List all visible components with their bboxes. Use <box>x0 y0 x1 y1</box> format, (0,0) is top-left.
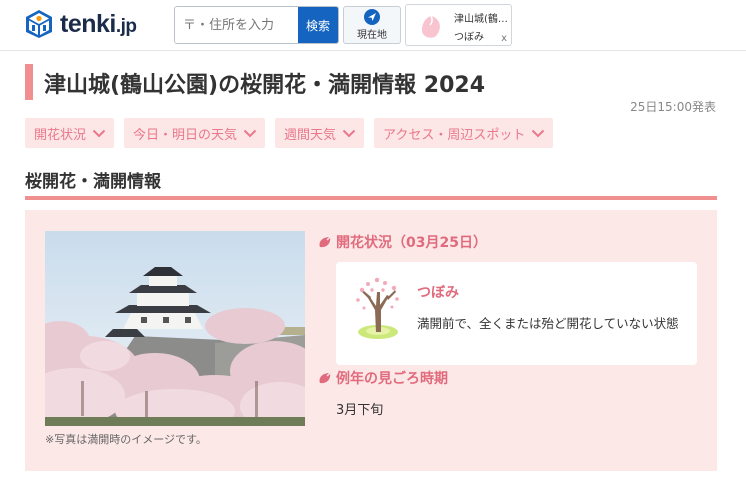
site-logo[interactable]: tenki.jp <box>24 9 137 39</box>
recent-spot-name: 津山城(鶴… <box>454 14 508 25</box>
tab-bloom-status[interactable]: 開花状況 <box>25 118 115 148</box>
tab-label: アクセス・周辺スポット <box>383 127 526 143</box>
site-header: tenki.jp 検索 現在地 津山城(鶴… つぼみ x <box>0 0 746 50</box>
section-title: 桜開花・満開情報 <box>25 172 161 192</box>
chevron-down-icon <box>342 129 356 137</box>
logo-suffix-text: .jp <box>115 15 137 37</box>
chevron-down-icon <box>92 129 106 137</box>
search-box: 検索 <box>174 6 339 44</box>
chevron-down-icon <box>243 129 257 137</box>
search-input[interactable] <box>175 7 298 43</box>
bloom-status-label: つぼみ <box>417 285 459 301</box>
tab-label: 週間天気 <box>284 127 337 143</box>
chevron-down-icon <box>532 129 545 137</box>
bloom-status-description: 満開前で、全くまたは殆ど開花していない状態 <box>417 316 679 331</box>
bloom-status-card: つぼみ 満開前で、全くまたは殆ど開花していない状態 <box>336 262 697 365</box>
tab-label: 今日・明日の天気 <box>133 127 238 143</box>
section-divider <box>25 196 717 200</box>
location-arrow-icon <box>364 9 380 25</box>
sakura-petal-icon <box>319 236 331 247</box>
sakura-petal-icon <box>421 15 440 38</box>
bloom-info-panel: ※写真は満開時のイメージです。 開花状況（03月25日） つぼみ 満開前で、全く… <box>25 210 717 471</box>
bloom-status-heading: 開花状況（03月25日） <box>318 232 487 252</box>
tenki-logo-icon <box>26 10 52 38</box>
tab-label: 開花状況 <box>34 127 87 143</box>
recent-spot-card[interactable]: 津山城(鶴… つぼみ x <box>405 4 512 46</box>
peak-season-heading-text: 例年の見ごろ時期 <box>336 371 448 387</box>
recent-spot-status: つぼみ <box>454 32 484 43</box>
page-title: 津山城(鶴山公園)の桜開花・満開情報 2024 <box>44 73 486 98</box>
announce-time: 25日15:00発表 <box>630 100 716 114</box>
peak-season-heading: 例年の見ごろ時期 <box>318 368 448 388</box>
photo-note: ※写真は満開時のイメージです。 <box>45 433 207 446</box>
recent-close-button[interactable]: x <box>501 33 507 44</box>
tab-today-tomorrow-weather[interactable]: 今日・明日の天気 <box>124 118 266 148</box>
tab-access-nearby[interactable]: アクセス・周辺スポット <box>374 118 554 148</box>
section-tabs: 開花状況 今日・明日の天気 週間天気 アクセス・周辺スポット <box>25 118 554 148</box>
castle-photo <box>45 231 305 426</box>
current-location-button[interactable]: 現在地 <box>343 6 401 44</box>
peak-season-value: 3月下旬 <box>336 403 384 418</box>
current-location-label: 現在地 <box>357 30 387 41</box>
header-divider <box>0 50 746 51</box>
tab-weekly-weather[interactable]: 週間天気 <box>275 118 365 148</box>
logo-wordmark: tenki.jp <box>60 10 137 39</box>
bud-tree-icon <box>356 277 399 339</box>
logo-main-text: tenki <box>60 9 116 38</box>
sakura-petal-icon <box>319 372 331 383</box>
title-accent-bar <box>25 64 33 100</box>
bloom-status-heading-text: 開花状況（03月25日） <box>336 235 487 251</box>
search-button[interactable]: 検索 <box>298 7 338 43</box>
